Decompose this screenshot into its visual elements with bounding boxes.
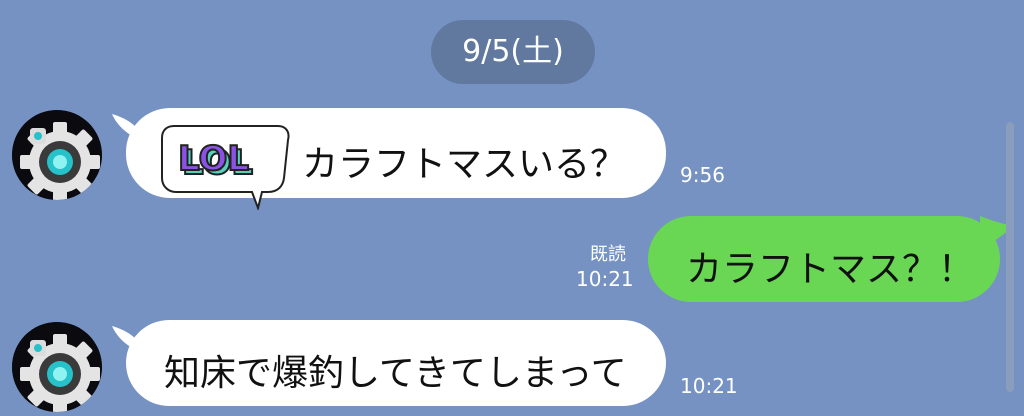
scrollbar[interactable] bbox=[1006, 122, 1014, 392]
chat-window: 9/5(土) カラフトマスいる？ LOL LOL 9:56 既読 10:21 カ… bbox=[0, 0, 1024, 416]
message-text: 知床で爆釣してきてしまって bbox=[164, 353, 627, 394]
date-separator: 9/5(土) bbox=[431, 20, 595, 84]
message-text: カラフトマスいる？ bbox=[302, 144, 627, 185]
gear-avatar-icon[interactable] bbox=[12, 110, 102, 200]
message-time: 10:21 bbox=[576, 267, 634, 291]
message-bubble-incoming[interactable]: 知床で爆釣してきてしまって bbox=[126, 320, 666, 406]
gear-avatar-icon[interactable] bbox=[12, 322, 102, 412]
lol-sticker-icon: LOL LOL bbox=[160, 120, 292, 212]
svg-text:LOL: LOL bbox=[178, 139, 249, 179]
read-receipt: 既読 bbox=[590, 244, 626, 265]
message-time: 9:56 bbox=[680, 163, 725, 187]
message-time: 10:21 bbox=[680, 374, 738, 398]
message-text: カラフトマス？！ bbox=[686, 249, 975, 290]
message-bubble-outgoing[interactable]: カラフトマス？！ bbox=[648, 216, 1000, 302]
